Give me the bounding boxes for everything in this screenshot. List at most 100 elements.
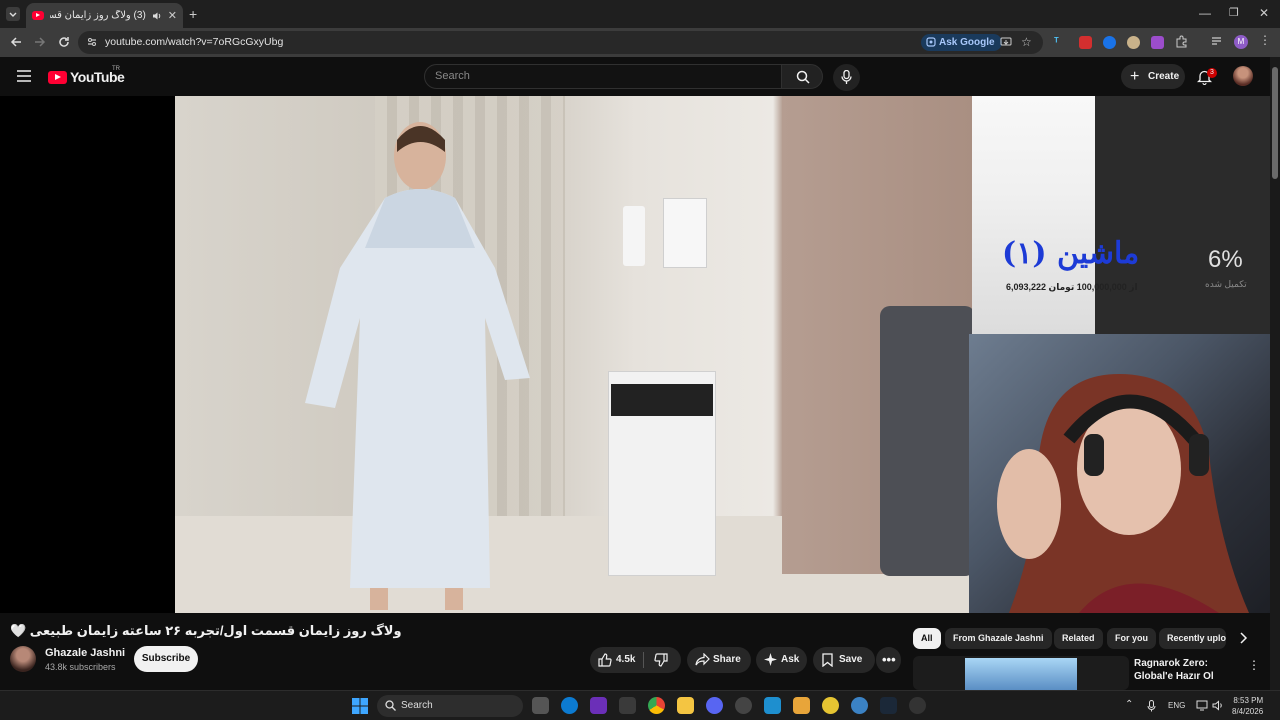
tab-close-icon[interactable]: ✕ xyxy=(168,9,177,22)
region-code: TR xyxy=(112,66,120,72)
forward-icon[interactable] xyxy=(33,35,47,49)
back-icon[interactable] xyxy=(9,35,23,49)
new-tab-icon[interactable]: + xyxy=(189,6,197,22)
recommendation-thumbnail[interactable] xyxy=(913,656,1129,690)
chip-for-you[interactable]: For you xyxy=(1107,628,1156,649)
tab-title: (3) ولاگ روز زایمان قسمت او xyxy=(50,10,146,21)
video-player[interactable]: ماشین (۱) 6,093,222 از 100,000,000 تومان… xyxy=(0,96,1270,613)
chips-next-chevron-icon[interactable] xyxy=(1239,631,1248,645)
chip-all[interactable]: All xyxy=(913,628,941,649)
browser-tab-strip: (3) ولاگ روز زایمان قسمت او ✕ + — ❐ ✕ xyxy=(0,0,1280,28)
chip-related[interactable]: Related xyxy=(1054,628,1103,649)
tray-microphone-icon[interactable] xyxy=(1147,700,1156,712)
channel-name[interactable]: Ghazale Jashni xyxy=(45,647,125,659)
sparkle-icon xyxy=(764,653,777,666)
tray-overflow-icon[interactable]: ⌃ xyxy=(1125,699,1133,710)
browser-tab-youtube[interactable]: (3) ولاگ روز زایمان قسمت او ✕ xyxy=(26,3,183,28)
bookmark-star-icon[interactable]: ☆ xyxy=(1021,35,1032,49)
chip-from-channel[interactable]: From Ghazale Jashni xyxy=(945,628,1052,649)
blue-extension-icon[interactable] xyxy=(1103,36,1116,49)
install-app-icon[interactable] xyxy=(1000,36,1012,48)
youtube-favicon-icon xyxy=(32,11,44,20)
more-horizontal-icon: ••• xyxy=(882,652,896,667)
wall-notice xyxy=(663,198,707,268)
chrome-icon[interactable] xyxy=(648,697,665,714)
obs-icon[interactable] xyxy=(735,697,752,714)
save-button[interactable]: Save xyxy=(813,647,875,673)
mail-app-icon[interactable] xyxy=(793,697,810,714)
video-title: ولاگ روز زایمان قسمت اول/تجربه ۲۶ ساعته … xyxy=(10,623,402,638)
page-scrollbar[interactable] xyxy=(1270,57,1280,690)
app-icon[interactable] xyxy=(619,697,636,714)
profile-avatar[interactable]: M xyxy=(1234,35,1248,49)
reading-list-icon[interactable] xyxy=(1210,35,1223,48)
volume-icon[interactable] xyxy=(1212,700,1224,711)
purple-extension-icon[interactable] xyxy=(1151,36,1164,49)
goal-percent: 6% xyxy=(1208,246,1243,273)
extensions-puzzle-icon[interactable] xyxy=(1175,35,1188,48)
thumbs-down-icon xyxy=(654,653,668,667)
window-close-icon[interactable]: ✕ xyxy=(1259,6,1269,20)
tab-search-icon[interactable] xyxy=(6,7,20,21)
save-label: Save xyxy=(839,654,863,665)
minimize-icon[interactable]: — xyxy=(1199,6,1211,20)
audio-playing-icon[interactable] xyxy=(152,11,162,21)
voice-search-button[interactable] xyxy=(833,64,860,91)
share-button[interactable]: Share xyxy=(687,647,751,673)
account-avatar[interactable] xyxy=(1233,66,1253,86)
create-button[interactable]: + Create xyxy=(1121,64,1185,89)
r-app-icon[interactable] xyxy=(590,697,607,714)
yellow-app-icon[interactable] xyxy=(822,697,839,714)
dislike-button[interactable] xyxy=(654,653,668,667)
ask-button[interactable]: Ask xyxy=(756,647,807,673)
hamburger-menu-icon[interactable] xyxy=(17,70,31,82)
ask-label: Ask xyxy=(781,654,800,665)
search-button[interactable] xyxy=(781,64,823,89)
cookie-extension-icon[interactable] xyxy=(1127,36,1140,49)
edge-icon[interactable] xyxy=(561,697,578,714)
media-player-icon[interactable] xyxy=(909,697,926,714)
subscriber-count: 43.8k subscribers xyxy=(45,662,116,672)
soap-dispenser xyxy=(623,206,645,266)
browser-toolbar: youtube.com/watch?v=7oRGcGxyUbg Ask Goog… xyxy=(0,28,1280,57)
ask-google-button[interactable]: Ask Google xyxy=(921,34,1002,51)
translate-extension-icon[interactable]: ᵀ xyxy=(1054,36,1067,49)
microphone-icon xyxy=(841,70,852,84)
taskbar-clock[interactable]: 8:53 PM 8/4/2026 xyxy=(1232,695,1263,717)
channel-avatar[interactable] xyxy=(10,646,36,672)
check-app-icon[interactable] xyxy=(764,697,781,714)
bookmark-icon xyxy=(822,653,833,667)
more-actions-button[interactable]: ••• xyxy=(876,647,901,673)
taskbar-search-icon xyxy=(385,700,396,711)
donation-goal-overlay: ماشین (۱) 6,093,222 از 100,000,000 تومان… xyxy=(972,96,1270,334)
red-extension-icon[interactable] xyxy=(1079,36,1092,49)
taskbar-search-label: Search xyxy=(401,700,433,711)
thumbs-up-icon xyxy=(598,653,612,667)
browser-menu-icon[interactable]: ⋮ xyxy=(1259,33,1271,47)
file-explorer-icon[interactable] xyxy=(677,697,694,714)
taskbar-search[interactable]: Search xyxy=(377,695,523,717)
office-chair xyxy=(880,306,975,576)
overlay-backdrop xyxy=(972,96,1095,334)
task-view-icon[interactable] xyxy=(532,697,549,714)
like-dislike-group: 4.5k xyxy=(590,647,681,673)
steam-icon[interactable] xyxy=(880,697,897,714)
network-icon[interactable] xyxy=(1196,700,1208,711)
windows-taskbar: Search ⌃ ENG 8:53 PM 8/4/2026 xyxy=(0,690,1280,720)
plus-icon: + xyxy=(1130,68,1140,85)
recommendation-more-icon[interactable]: ⋮ xyxy=(1248,658,1260,672)
site-info-icon[interactable] xyxy=(86,36,98,48)
recommendation-title[interactable]: Ragnarok Zero: Global'e Hazır Ol xyxy=(1134,657,1244,683)
chip-recently-uploaded[interactable]: Recently uplo xyxy=(1159,628,1226,649)
reload-icon[interactable] xyxy=(57,35,71,49)
input-language[interactable]: ENG xyxy=(1168,701,1185,710)
address-bar[interactable]: youtube.com/watch?v=7oRGcGxyUbg Ask Goog… xyxy=(78,31,1043,54)
search-input[interactable]: Search xyxy=(424,64,782,89)
windows-start-icon[interactable] xyxy=(352,698,368,714)
blue-app-icon[interactable] xyxy=(851,697,868,714)
discord-icon[interactable] xyxy=(706,697,723,714)
hospital-cabinet xyxy=(608,371,716,576)
subscribe-button[interactable]: Subscribe xyxy=(134,646,198,672)
like-button[interactable] xyxy=(598,653,612,667)
restore-icon[interactable]: ❐ xyxy=(1229,6,1239,19)
